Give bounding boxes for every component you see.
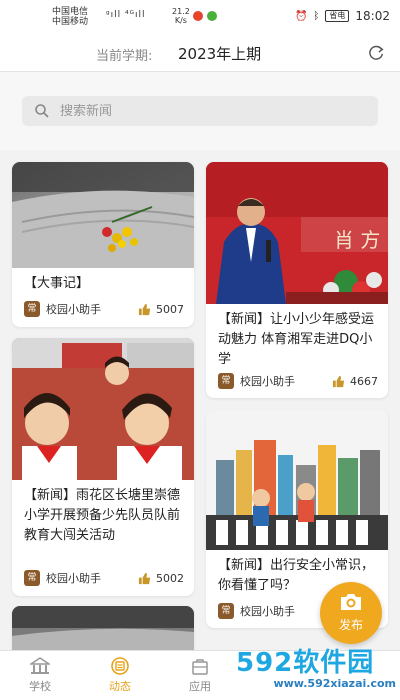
news-image [12, 162, 194, 268]
tab-label: 动态 [109, 680, 131, 693]
thumbs-up-icon [138, 303, 151, 315]
speed-unit: K/s [174, 16, 187, 25]
news-title: 【新闻】雨花区长塘里崇德小学开展预备少先队员队前教育大闯关活动 [24, 488, 181, 543]
activity-icon [111, 657, 129, 675]
network-speed: 21.2 K/s [172, 7, 190, 25]
camera-icon [341, 594, 361, 610]
author-name: 校园小助手 [46, 303, 101, 316]
carrier-1: 中国电信 [52, 7, 89, 17]
refresh-icon[interactable] [368, 44, 386, 62]
search-icon [35, 104, 49, 118]
news-meta: 常 校园小助手 5002 [24, 569, 184, 587]
carrier-info: 中国电信 中国移动 [52, 7, 88, 27]
like-count: 4667 [350, 374, 378, 388]
notification-icons [193, 11, 221, 24]
news-image [12, 606, 194, 650]
news-title: 【大事记】 [24, 276, 90, 291]
news-card[interactable] [12, 606, 194, 650]
system-status: ⏰ ᛒ 省电 18:02 [295, 9, 390, 23]
author-avatar: 常 [24, 301, 40, 317]
author-name: 校园小助手 [46, 572, 101, 585]
author-avatar: 常 [24, 570, 40, 586]
apps-icon [192, 659, 208, 675]
author-name: 校园小助手 [240, 375, 295, 388]
like-count: 5002 [156, 571, 184, 585]
school-icon [30, 657, 50, 674]
tab-label: 应用 [189, 680, 211, 693]
weibo-icon [193, 11, 203, 21]
news-meta: 常 校园小助手 5007 [24, 300, 184, 318]
term-label: 当前学期: [96, 49, 153, 64]
watermark-brand: 592软件园 [236, 648, 375, 678]
bluetooth-icon: ᛒ [313, 10, 320, 22]
tab-apps[interactable]: 应用 [170, 657, 230, 694]
news-feed: 【大事记】 常 校园小助手 5007 肖 方 【新闻】让小小少年感受运动魅力 体… [0, 150, 400, 650]
search-input[interactable] [60, 103, 340, 119]
news-image [12, 338, 194, 480]
wechat-icon [207, 11, 217, 21]
status-bar: 中国电信 中国移动 ᵍıll ⁴ᴳıll 21.2 K/s ⏰ ᛒ 省电 18:… [0, 0, 400, 34]
watermark-logo: 592软件园 www.592xiazai.com [236, 648, 396, 698]
banner-text: 肖 方 [334, 228, 380, 252]
news-image [206, 410, 388, 550]
thumbs-up-icon [138, 572, 151, 584]
author-avatar: 常 [218, 373, 234, 389]
like-count: 5007 [156, 302, 184, 316]
alarm-icon: ⏰ [294, 10, 308, 22]
clock: 18:02 [355, 9, 390, 23]
news-card[interactable]: 肖 方 【新闻】让小小少年感受运动魅力 体育湘军走进DQ小学 常 校园小助手 4… [206, 162, 388, 398]
signal-icon: ᵍıll ⁴ᴳıll [106, 10, 146, 20]
term-value[interactable]: 2023年上期 [178, 43, 261, 64]
news-card[interactable]: 【大事记】 常 校园小助手 5007 [12, 162, 194, 327]
thumbs-up-icon [332, 375, 345, 387]
carrier-2: 中国移动 [52, 17, 89, 27]
news-card[interactable]: 【新闻】雨花区长塘里崇德小学开展预备少先队员队前教育大闯关活动 常 校园小助手 … [12, 338, 194, 596]
publish-button[interactable]: 发布 [320, 582, 382, 644]
tab-label: 学校 [29, 680, 51, 693]
like-button[interactable]: 5007 [138, 303, 184, 316]
news-meta: 常 校园小助手 4667 [218, 372, 378, 390]
tab-school[interactable]: 学校 [10, 657, 70, 694]
term-bar: 当前学期: 2023年上期 [0, 34, 400, 72]
like-button[interactable]: 4667 [332, 375, 378, 388]
publish-label: 发布 [338, 618, 363, 632]
author-avatar: 常 [218, 603, 234, 619]
speed-value: 21.2 [172, 7, 190, 16]
watermark-url: www.592xiazai.com [273, 677, 396, 690]
battery-indicator: 省电 [325, 10, 350, 22]
tab-news[interactable]: 动态 [90, 657, 150, 694]
news-image: 肖 方 [206, 162, 388, 304]
search-area [0, 72, 400, 150]
search-bar[interactable] [22, 96, 378, 126]
like-button[interactable]: 5002 [138, 572, 184, 585]
news-title: 【新闻】让小小少年感受运动魅力 体育湘军走进DQ小学 [218, 312, 375, 367]
